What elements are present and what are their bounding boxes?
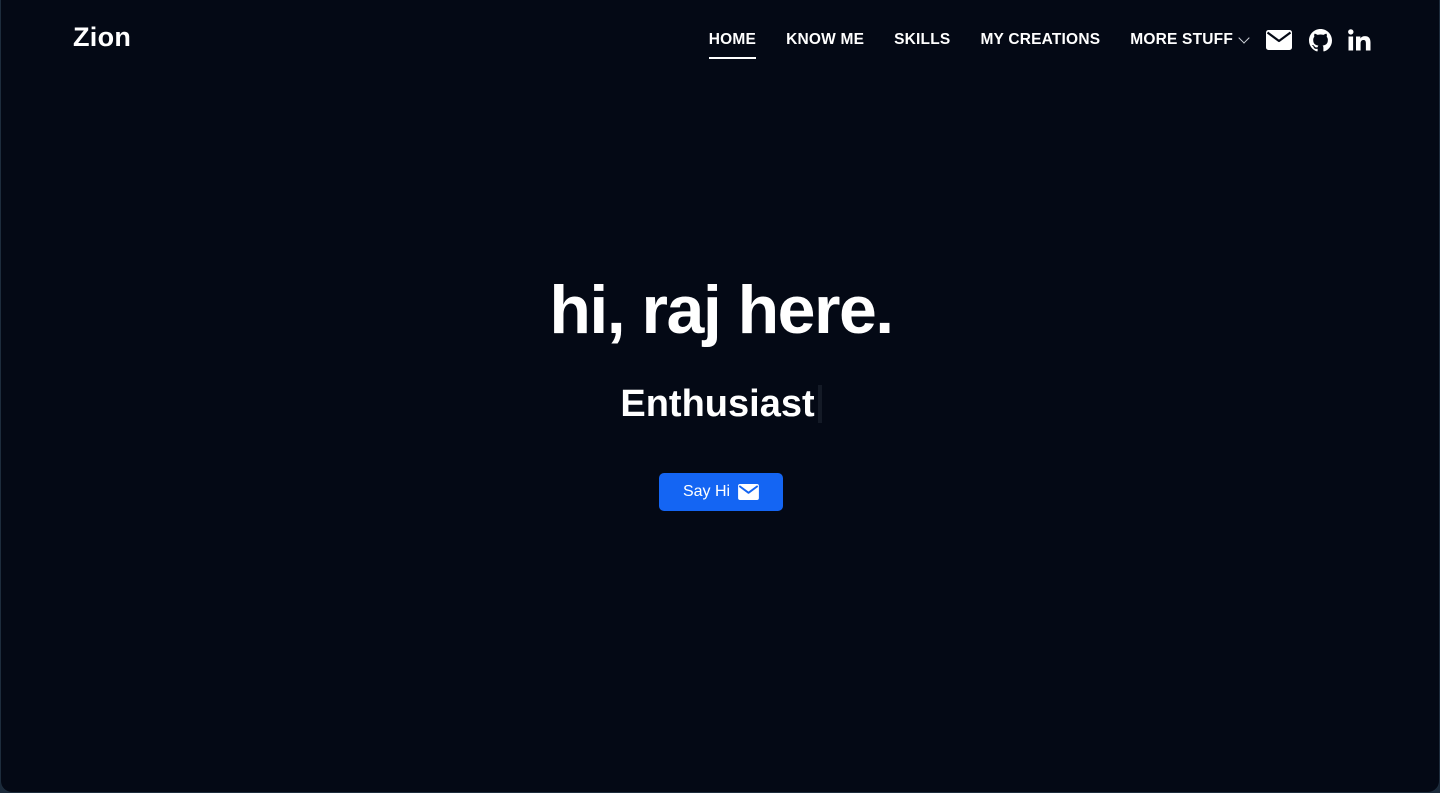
hero-title: hi, raj here. bbox=[549, 272, 894, 348]
typing-cursor bbox=[817, 385, 822, 423]
nav-dropdown-more-stuff[interactable]: MORE STUFF bbox=[1130, 30, 1250, 50]
say-hi-button[interactable]: Say Hi bbox=[659, 473, 783, 511]
linkedin-icon[interactable] bbox=[1348, 29, 1371, 51]
github-icon[interactable] bbox=[1309, 28, 1332, 52]
browser-viewport: Zion HOME KNOW ME SKILLS MY CREATIONS MO… bbox=[0, 0, 1440, 793]
nav-item-home[interactable]: HOME bbox=[708, 30, 757, 59]
mail-icon[interactable] bbox=[1266, 30, 1292, 50]
nav-item-my-creations[interactable]: MY CREATIONS bbox=[980, 30, 1100, 50]
say-hi-label: Say Hi bbox=[682, 483, 731, 500]
chevron-down-icon bbox=[1238, 31, 1250, 44]
nav-dropdown-label: MORE STUFF bbox=[1130, 31, 1233, 48]
mail-icon bbox=[738, 484, 759, 500]
nav-item-skills[interactable]: SKILLS bbox=[894, 30, 950, 50]
nav-item-know-me[interactable]: KNOW ME bbox=[786, 30, 864, 50]
nav-links: HOME KNOW ME SKILLS MY CREATIONS MORE ST… bbox=[708, 0, 1371, 80]
typed-text: Enthusiast bbox=[620, 383, 815, 425]
typed-text-row: Enthusiast bbox=[1, 381, 1439, 427]
brand-logo[interactable]: Zion bbox=[73, 22, 131, 53]
navbar: Zion HOME KNOW ME SKILLS MY CREATIONS MO… bbox=[1, 0, 1439, 80]
